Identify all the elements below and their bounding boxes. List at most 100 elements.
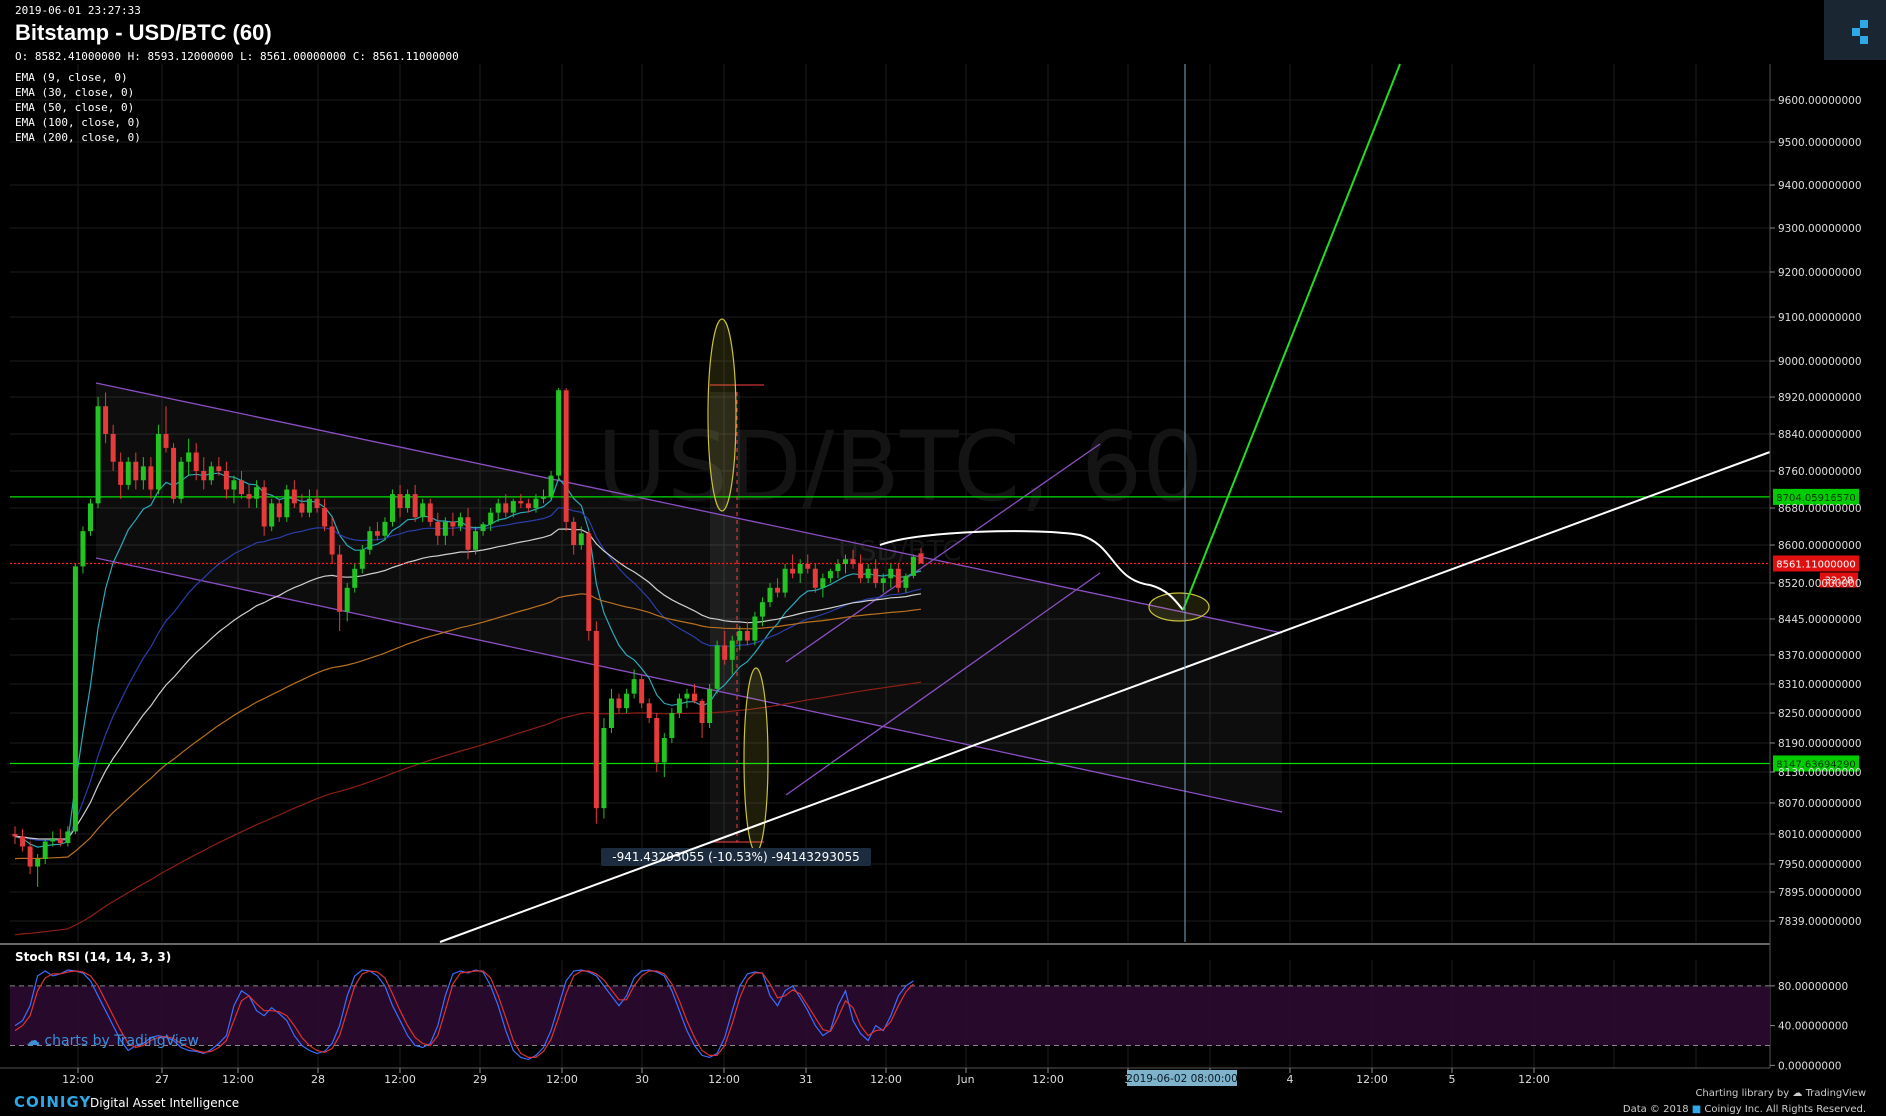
candle-body-47: [367, 531, 373, 550]
highlight-ellipse-top: [707, 318, 737, 512]
candle-body-101: [775, 587, 781, 593]
footer-charting-text: Charting library by: [1695, 1088, 1790, 1099]
stoch-band-fill: [10, 985, 1770, 1046]
candle-body-14: [118, 461, 124, 485]
candle-body-15: [125, 461, 131, 485]
tradingview-watermark[interactable]: ☁ charts by TradingView: [26, 1033, 199, 1049]
candle-body-6: [57, 839, 63, 843]
candle-body-22: [178, 461, 184, 499]
price-tick-label-0: 9600.00000000: [1778, 95, 1862, 107]
candle-body-5: [50, 839, 56, 842]
price-tick-label-4: 9200.00000000: [1778, 267, 1862, 279]
candle-body-52: [405, 494, 411, 508]
coinigy-tagline: Digital Asset Intelligence: [90, 1096, 240, 1110]
candle-body-10: [88, 503, 93, 532]
candle-body-70: [541, 496, 546, 499]
ohlc-readout: O: 8582.41000000 H: 8593.12000000 L: 856…: [15, 50, 459, 63]
candle-body-40: [314, 498, 320, 508]
candle-body-49: [382, 521, 388, 536]
candle-body-83: [639, 679, 645, 704]
candle-body-72: [556, 390, 562, 476]
candle-body-97: [744, 631, 750, 641]
coinigy-small-icon: ■: [1691, 1104, 1702, 1115]
candle-body-94: [722, 645, 728, 660]
price-tick-label-5: 9100.00000000: [1778, 312, 1862, 324]
candle-body-29: [231, 480, 237, 490]
time-tick-label-15: 4: [1287, 1073, 1294, 1086]
candle-body-55: [427, 503, 433, 522]
time-tick-label-5: 29: [473, 1073, 487, 1086]
candle-body-67: [518, 501, 524, 504]
candle-body-116: [888, 568, 894, 579]
candle-body-98: [752, 616, 758, 641]
tradingview-small-icon: ☁: [1792, 1088, 1803, 1099]
candle-body-27: [216, 466, 222, 471]
candle-body-28: [223, 471, 229, 490]
chart-timestamp: 2019-06-01 23:27:33: [15, 4, 141, 17]
candle-body-42: [329, 526, 335, 555]
candle-body-100: [767, 587, 773, 603]
candle-body-36: [284, 489, 290, 518]
footer-tradingview-text[interactable]: TradingView: [1806, 1088, 1866, 1099]
ema-200-legend[interactable]: EMA (200, close, 0): [15, 131, 141, 144]
candle-body-91: [699, 700, 705, 723]
candle-body-20: [163, 434, 169, 448]
candle-body-34: [269, 503, 275, 527]
candle-body-84: [646, 703, 652, 718]
candle-body-2: [27, 846, 33, 867]
time-tick-label-18: 12:00: [1518, 1073, 1550, 1086]
time-tick-label-16: 12:00: [1356, 1073, 1388, 1086]
ema-9-legend[interactable]: EMA (9, close, 0): [15, 71, 128, 84]
stoch-tick-label-0: 80.00000000: [1778, 981, 1848, 993]
price-tick-label-6: 9000.00000000: [1778, 356, 1862, 368]
candle-body-60: [465, 517, 471, 550]
coinigy-logo: COINIGY: [14, 1093, 92, 1111]
time-tick-label-2: 12:00: [222, 1073, 254, 1086]
time-tick-label-4: 12:00: [384, 1073, 416, 1086]
footer-copyright: Data © 2018 ■ Coinigy Inc. All Rights Re…: [1623, 1104, 1866, 1115]
candle-body-106: [812, 568, 818, 588]
candle-body-78: [601, 728, 607, 809]
candle-body-61: [473, 531, 479, 550]
tradingview-text: charts by TradingView: [44, 1033, 199, 1049]
candle-body-96: [737, 631, 743, 641]
candle-body-45: [352, 568, 358, 588]
footer-data-text: Data © 2018: [1622, 1104, 1689, 1115]
candle-body-44: [344, 587, 350, 612]
time-tick-label-1: 27: [155, 1073, 169, 1086]
candle-body-23: [186, 452, 192, 462]
candle-body-56: [435, 521, 441, 536]
candle-body-64: [495, 503, 501, 513]
candle-body-7: [65, 831, 71, 843]
time-tick-label-17: 5: [1449, 1073, 1456, 1086]
ema-50-legend[interactable]: EMA (50, close, 0): [15, 101, 134, 114]
candle-body-108: [827, 571, 833, 579]
coinigy-corner-logo[interactable]: [1824, 0, 1886, 60]
candle-body-104: [797, 564, 803, 574]
candle-body-89: [684, 693, 690, 699]
candle-body-24: [193, 452, 199, 471]
candle-body-102: [782, 568, 788, 593]
candle-body-62: [480, 524, 486, 532]
candle-body-74: [571, 521, 577, 545]
ema-30-legend[interactable]: EMA (30, close, 0): [15, 86, 134, 99]
candle-body-46: [359, 549, 365, 569]
time-tick-label-0: 12:00: [62, 1073, 94, 1086]
candle-body-118: [903, 575, 909, 588]
candle-body-11: [95, 406, 101, 504]
time-tick-label-7: 30: [635, 1073, 649, 1086]
symbol-watermark: USD/BTC, 60: [597, 411, 1204, 523]
candle-body-13: [110, 434, 116, 462]
candle-body-50: [390, 494, 395, 522]
footer-charting-library: Charting library by ☁ TradingView: [1695, 1088, 1866, 1099]
price-tick-label-21: 7950.00000000: [1778, 859, 1862, 871]
price-tick-label-14: 8370.00000000: [1778, 650, 1862, 662]
trading-chart[interactable]: USD/BTC, 60USD/BTC8704.059165708147.6369…: [0, 0, 1886, 1116]
price-tick-label-20: 8010.00000000: [1778, 829, 1862, 841]
level-badge-text-2: 8561.11000000: [1776, 559, 1856, 570]
stoch-rsi-label[interactable]: Stoch RSI (14, 14, 3, 3): [15, 950, 171, 964]
candle-body-4: [42, 841, 48, 859]
candle-body-66: [510, 501, 516, 513]
candle-body-57: [442, 521, 448, 536]
ema-100-legend[interactable]: EMA (100, close, 0): [15, 116, 141, 129]
